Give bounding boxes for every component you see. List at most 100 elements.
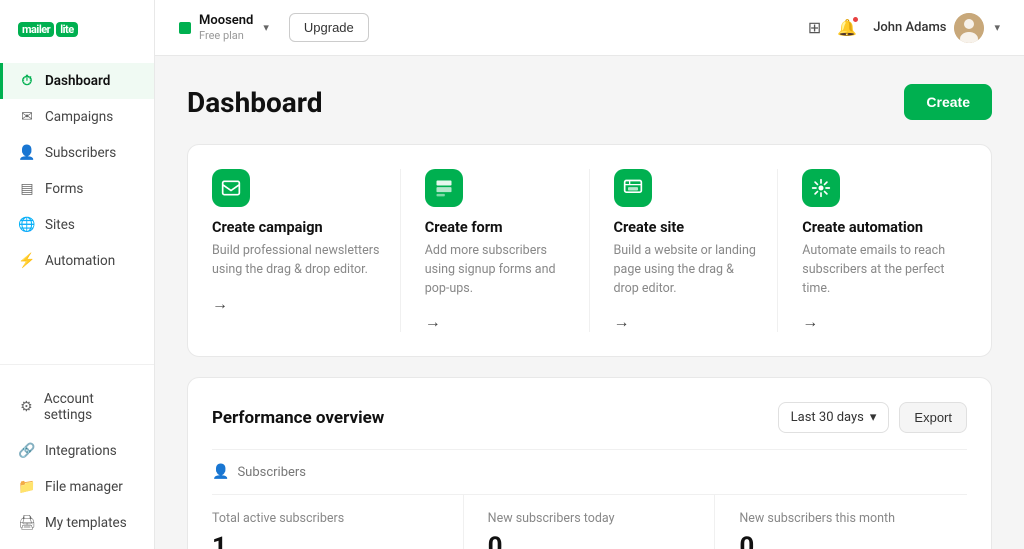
- upgrade-button[interactable]: Upgrade: [289, 13, 369, 42]
- subscribers-section-label: Subscribers: [237, 465, 306, 480]
- user-menu[interactable]: John Adams ▾: [873, 13, 1000, 43]
- sidebar-item-file-manager[interactable]: 📁 File manager: [0, 469, 154, 505]
- form-action-icon: [434, 178, 454, 198]
- form-icon-box: [425, 169, 463, 207]
- topbar-left: Moosend Free plan ▾ Upgrade: [179, 13, 369, 42]
- sidebar-label-file-manager: File manager: [45, 479, 123, 495]
- stats-grid: Total active subscribers 1 Want more sub…: [212, 494, 967, 549]
- grid-icon[interactable]: ⊞: [808, 18, 821, 37]
- quick-action-site[interactable]: Create site Build a website or landing p…: [590, 169, 779, 332]
- sidebar-label-sites: Sites: [45, 217, 75, 233]
- clock-icon: ⏱: [19, 73, 35, 89]
- logo-name-text: mailer: [18, 22, 54, 37]
- user-chevron-icon: ▾: [994, 21, 1000, 34]
- new-today-label: New subscribers today: [488, 511, 691, 526]
- site-action-title: Create site: [614, 219, 762, 236]
- main-area: Moosend Free plan ▾ Upgrade ⊞ 🔔 John Ada…: [155, 0, 1024, 549]
- sidebar-label-campaigns: Campaigns: [45, 109, 113, 125]
- subscribers-section: 👤 Subscribers Total active subscribers 1…: [212, 449, 967, 549]
- campaign-action-title: Create campaign: [212, 219, 384, 236]
- performance-header: Performance overview Last 30 days ▾ Expo…: [212, 402, 967, 433]
- sidebar-label-account-settings: Account settings: [44, 391, 138, 423]
- period-chevron-icon: ▾: [870, 410, 877, 425]
- sidebar-item-integrations[interactable]: 🔗 Integrations: [0, 433, 154, 469]
- topbar-right: ⊞ 🔔 John Adams ▾: [808, 13, 1000, 43]
- total-active-label: Total active subscribers: [212, 511, 439, 526]
- period-label: Last 30 days: [791, 410, 864, 425]
- puzzle-icon: 🔗: [19, 443, 35, 459]
- section-label: 👤 Subscribers: [212, 464, 967, 480]
- new-today-value: 0: [488, 532, 691, 549]
- create-button[interactable]: Create: [904, 84, 992, 120]
- quick-action-campaign[interactable]: Create campaign Build professional newsl…: [212, 169, 401, 332]
- period-select[interactable]: Last 30 days ▾: [778, 402, 890, 433]
- sidebar-nav: ⏱ Dashboard ✉ Campaigns 👤 Subscribers ▤ …: [0, 55, 154, 356]
- workspace-color-badge: [179, 22, 191, 34]
- sidebar-item-campaigns[interactable]: ✉ Campaigns: [0, 99, 154, 135]
- sidebar-label-subscribers: Subscribers: [45, 145, 116, 161]
- stat-new-today: New subscribers today 0: [464, 495, 716, 549]
- campaign-action-desc: Build professional newsletters using the…: [212, 242, 384, 280]
- campaign-icon: [221, 178, 241, 198]
- content-area: Dashboard Create Create campaign Build p…: [155, 56, 1024, 549]
- notification-dot: [852, 16, 859, 23]
- sidebar: mailerlite ⏱ Dashboard ✉ Campaigns 👤 Sub…: [0, 0, 155, 549]
- automation-action-arrow: →: [802, 312, 967, 332]
- page-title: Dashboard: [187, 86, 323, 119]
- avatar: [954, 13, 984, 43]
- site-action-desc: Build a website or landing page using th…: [614, 242, 762, 298]
- sidebar-divider: [0, 364, 154, 365]
- sidebar-label-automation: Automation: [45, 253, 115, 269]
- lightning-icon: ⚡: [19, 253, 35, 269]
- form-action-desc: Add more subscribers using signup forms …: [425, 242, 573, 298]
- email-icon: ✉: [19, 109, 35, 125]
- automation-icon-box: [802, 169, 840, 207]
- stat-new-month: New subscribers this month 0: [715, 495, 967, 549]
- quick-actions-grid: Create campaign Build professional newsl…: [212, 169, 967, 332]
- automation-action-desc: Automate emails to reach subscribers at …: [802, 242, 967, 298]
- campaign-action-arrow: →: [212, 294, 384, 314]
- workspace-chevron-icon[interactable]: ▾: [263, 21, 269, 34]
- automation-action-title: Create automation: [802, 219, 967, 236]
- sidebar-item-dashboard[interactable]: ⏱ Dashboard: [0, 63, 154, 99]
- performance-card: Performance overview Last 30 days ▾ Expo…: [187, 377, 992, 549]
- sidebar-item-sites[interactable]: 🌐 Sites: [0, 207, 154, 243]
- campaign-icon-box: [212, 169, 250, 207]
- quick-actions-card: Create campaign Build professional newsl…: [187, 144, 992, 357]
- avatar-image: [954, 13, 984, 43]
- form-action-title: Create form: [425, 219, 573, 236]
- new-month-label: New subscribers this month: [739, 511, 943, 526]
- new-month-value: 0: [739, 532, 943, 549]
- sidebar-item-account-settings[interactable]: ⚙ Account settings: [0, 381, 154, 433]
- sidebar-item-automation[interactable]: ⚡ Automation: [0, 243, 154, 279]
- logo-badge: lite: [56, 22, 78, 37]
- sidebar-item-my-templates[interactable]: 🖨 My templates: [0, 505, 154, 541]
- form-action-arrow: →: [425, 312, 573, 332]
- workspace-plan: Free plan: [199, 29, 253, 42]
- performance-title: Performance overview: [212, 408, 384, 428]
- sidebar-label-my-templates: My templates: [45, 515, 127, 531]
- page-header: Dashboard Create: [187, 84, 992, 120]
- gear-icon: ⚙: [19, 399, 34, 415]
- sidebar-item-subscribers[interactable]: 👤 Subscribers: [0, 135, 154, 171]
- form-icon: ▤: [19, 181, 35, 197]
- sidebar-item-forms[interactable]: ▤ Forms: [0, 171, 154, 207]
- performance-controls: Last 30 days ▾ Export: [778, 402, 967, 433]
- site-action-icon: [623, 178, 643, 198]
- automation-action-icon: [811, 178, 831, 198]
- topbar: Moosend Free plan ▾ Upgrade ⊞ 🔔 John Ada…: [155, 0, 1024, 56]
- sidebar-label-forms: Forms: [45, 181, 83, 197]
- person-icon: 👤: [19, 145, 35, 161]
- site-action-arrow: →: [614, 312, 762, 332]
- subscribers-section-icon: 👤: [212, 464, 229, 480]
- workspace-info: Moosend Free plan: [199, 13, 253, 42]
- quick-action-form[interactable]: Create form Add more subscribers using s…: [401, 169, 590, 332]
- globe-icon: 🌐: [19, 217, 35, 233]
- export-button[interactable]: Export: [899, 402, 967, 433]
- quick-action-automation[interactable]: Create automation Automate emails to rea…: [778, 169, 967, 332]
- notifications-button[interactable]: 🔔: [837, 18, 857, 37]
- total-active-value: 1: [212, 532, 439, 549]
- workspace-name: Moosend: [199, 13, 253, 29]
- user-name: John Adams: [873, 20, 946, 35]
- sidebar-label-integrations: Integrations: [45, 443, 117, 459]
